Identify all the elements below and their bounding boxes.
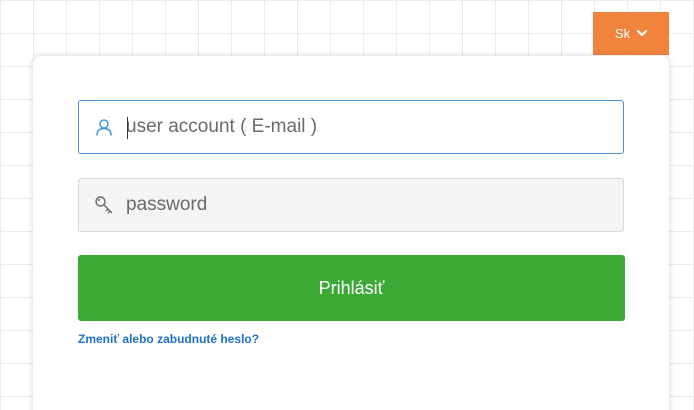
login-card: Prihlásiť Zmeniť alebo zabudnuté heslo? <box>33 56 669 410</box>
cropped-header-strip <box>0 0 694 10</box>
user-icon <box>94 117 114 137</box>
key-icon <box>94 195 114 215</box>
password-field[interactable] <box>78 178 624 232</box>
chevron-down-icon <box>637 30 648 36</box>
forgot-password-link[interactable]: Zmeniť alebo zabudnuté heslo? <box>78 332 259 346</box>
language-label: Sk <box>614 26 631 41</box>
password-input[interactable] <box>126 194 596 216</box>
username-field[interactable] <box>78 100 624 154</box>
text-caret <box>127 117 128 139</box>
login-button[interactable]: Prihlásiť <box>78 255 625 321</box>
language-selector-button[interactable]: Sk <box>593 12 669 55</box>
username-input[interactable] <box>126 116 596 138</box>
